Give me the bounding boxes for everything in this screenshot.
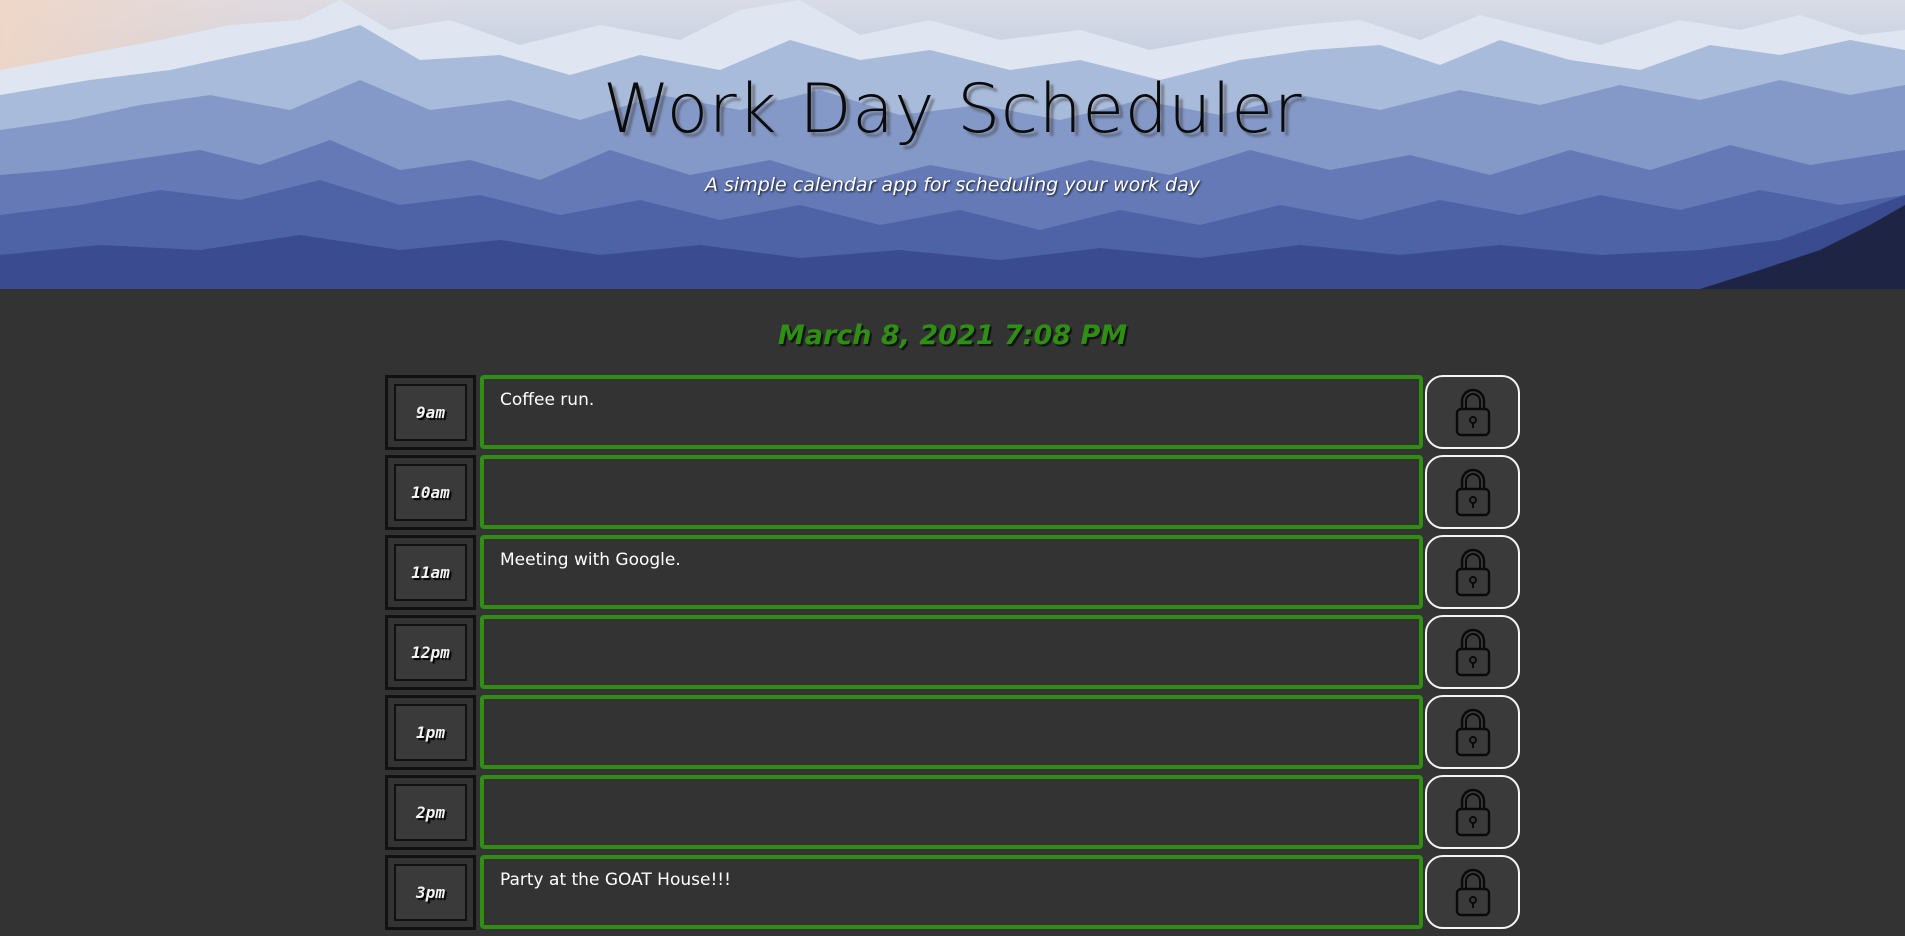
header-hero: Work Day Scheduler A simple calendar app…	[0, 0, 1905, 289]
hour-label-box: 1pm	[385, 695, 476, 770]
save-button[interactable]	[1425, 775, 1520, 849]
hour-label: 10am	[394, 464, 467, 521]
hour-label: 2pm	[394, 784, 467, 841]
time-block-row-11am: 11am Meeting with Google.	[385, 535, 1520, 610]
time-block-row-3pm: 3pm Party at the GOAT House!!!	[385, 855, 1520, 930]
event-description-input[interactable]: Meeting with Google.	[480, 535, 1423, 609]
hour-label-box: 10am	[385, 455, 476, 530]
hour-label-box: 3pm	[385, 855, 476, 930]
hour-label-box: 11am	[385, 535, 476, 610]
page-title: Work Day Scheduler	[602, 70, 1303, 149]
page-subtitle: A simple calendar app for scheduling you…	[704, 174, 1201, 196]
save-button[interactable]	[1425, 535, 1520, 609]
lock-icon	[1455, 388, 1490, 437]
save-button[interactable]	[1425, 615, 1520, 689]
hour-label: 11am	[394, 544, 467, 601]
lock-icon	[1455, 628, 1490, 677]
time-block-row-1pm: 1pm	[385, 695, 1520, 770]
hour-label: 3pm	[394, 864, 467, 921]
event-description-input[interactable]: Party at the GOAT House!!!	[480, 855, 1423, 929]
event-description-input[interactable]	[480, 615, 1423, 689]
lock-icon	[1455, 548, 1490, 597]
save-button[interactable]	[1425, 375, 1520, 449]
time-block-row-12pm: 12pm	[385, 615, 1520, 690]
save-button[interactable]	[1425, 855, 1520, 929]
hour-label-box: 12pm	[385, 615, 476, 690]
current-datetime: March 8, 2021 7:08 PM	[777, 320, 1128, 351]
event-description-input[interactable]: Coffee run.	[480, 375, 1423, 449]
hour-label-box: 2pm	[385, 775, 476, 850]
time-block-row-2pm: 2pm	[385, 775, 1520, 850]
time-block-row-9am: 9am Coffee run.	[385, 375, 1520, 450]
save-button[interactable]	[1425, 455, 1520, 529]
hour-label: 9am	[394, 384, 467, 441]
lock-icon	[1455, 468, 1490, 517]
event-description-input[interactable]	[480, 455, 1423, 529]
lock-icon	[1455, 788, 1490, 837]
lock-icon	[1455, 708, 1490, 757]
hour-label-box: 9am	[385, 375, 476, 450]
event-description-input[interactable]	[480, 695, 1423, 769]
hour-label: 1pm	[394, 704, 467, 761]
hour-label: 12pm	[394, 624, 467, 681]
save-button[interactable]	[1425, 695, 1520, 769]
time-block-list: 9am Coffee run. 10am 11am Meeting with G…	[385, 375, 1520, 935]
time-block-row-10am: 10am	[385, 455, 1520, 530]
lock-icon	[1455, 868, 1490, 917]
event-description-input[interactable]	[480, 775, 1423, 849]
